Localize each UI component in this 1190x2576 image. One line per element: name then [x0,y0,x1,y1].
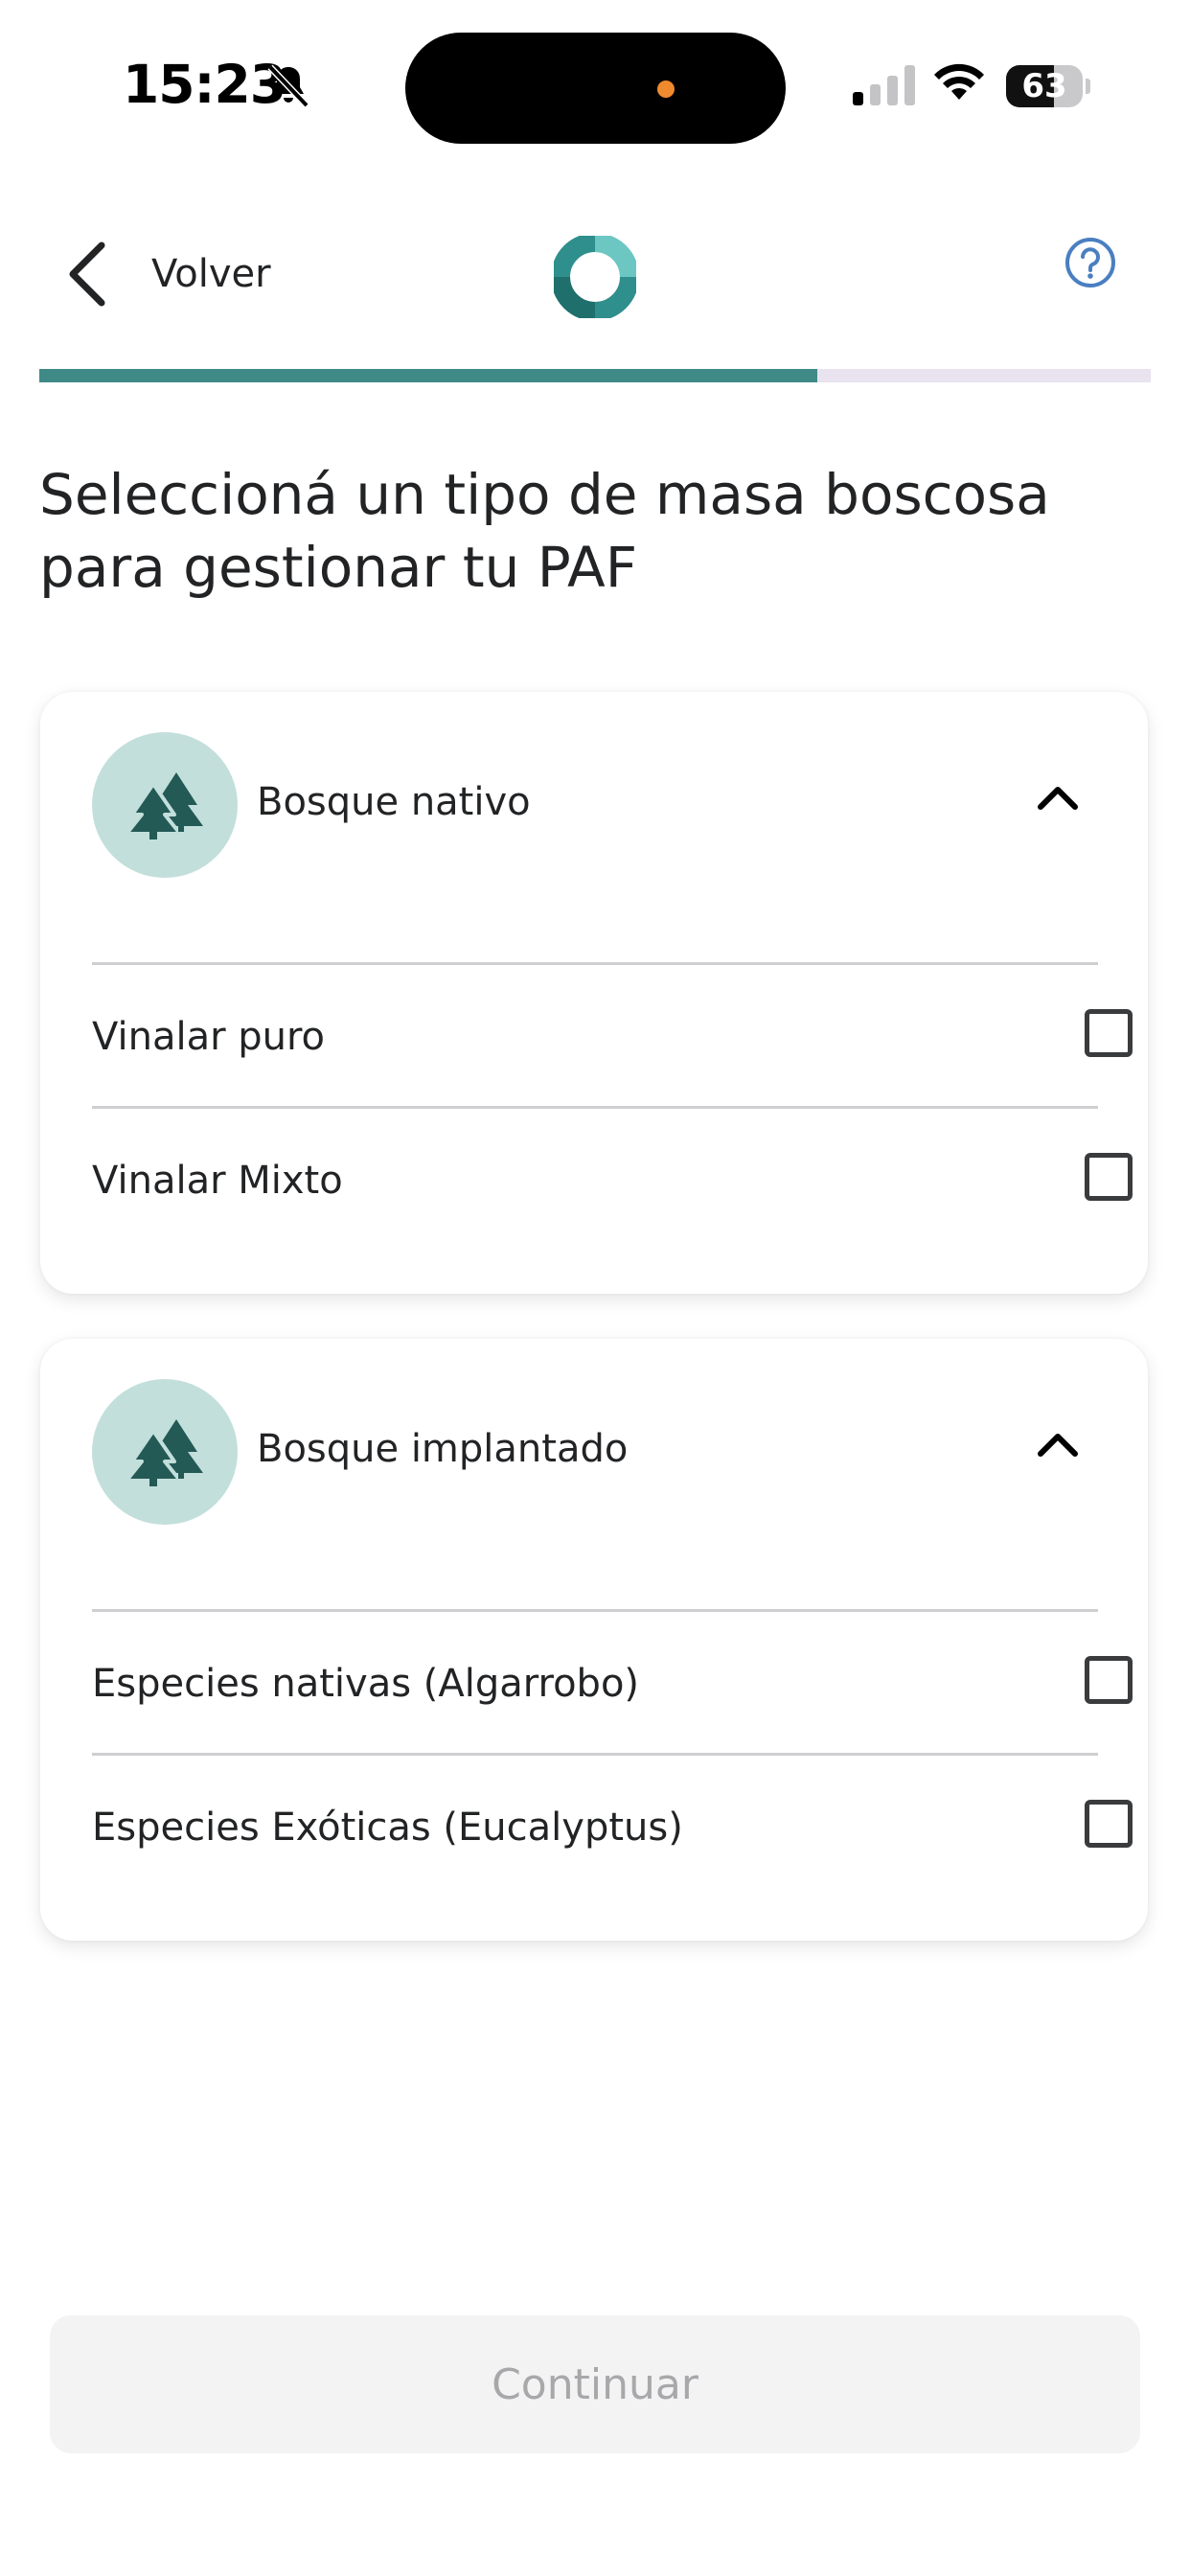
chevron-up-icon[interactable] [1037,784,1079,811]
option-label: Especies Exóticas (Eucalyptus) [92,1806,683,1850]
option-checkbox[interactable] [1085,1800,1133,1848]
battery-icon: 63 [1006,65,1090,107]
option-label: Vinalar puro [92,1015,326,1059]
trees-icon [126,772,203,840]
chevron-left-icon [69,242,105,307]
status-time: 15:23 [123,54,286,115]
chevron-up-icon[interactable] [1037,1431,1079,1458]
card-header-implantado[interactable]: Bosque implantado [40,1339,1148,1561]
option-checkbox[interactable] [1085,1656,1133,1704]
tree-avatar [92,732,238,878]
battery-level-text: 63 [1021,67,1067,105]
app-logo-icon [554,236,636,318]
back-label: Volver [151,252,271,296]
tree-avatar [92,1379,238,1525]
trees-icon [126,1419,203,1486]
privacy-indicator-dot [657,80,675,98]
page-title: Seleccioná un tipo de masa boscosa para … [39,462,1050,600]
option-row[interactable]: Vinalar Mixto [92,1106,1133,1253]
step-progress-bar [39,369,1151,382]
status-bar: 15:23 63 [0,0,1190,172]
top-nav-header: Volver [0,201,1190,345]
option-row[interactable]: Especies Exóticas (Eucalyptus) [92,1753,1133,1899]
option-label: Vinalar Mixto [92,1159,343,1203]
option-row[interactable]: Vinalar puro [92,962,1133,1109]
back-button[interactable]: Volver [63,236,271,312]
option-checkbox[interactable] [1085,1009,1133,1057]
continue-button[interactable]: Continuar [50,2315,1140,2453]
option-row[interactable]: Especies nativas (Algarrobo) [92,1609,1133,1756]
cellular-signal-icon [853,65,915,105]
dynamic-island [405,33,786,144]
option-checkbox[interactable] [1085,1153,1133,1201]
step-progress-fill [39,369,817,382]
forest-type-card-nativo: Bosque nativo Vinalar puro Vinalar Mixto [40,692,1148,1294]
option-label: Especies nativas (Algarrobo) [92,1662,640,1706]
card-title: Bosque nativo [257,780,531,824]
card-header-nativo[interactable]: Bosque nativo [40,692,1148,914]
help-circle-icon[interactable] [1064,236,1117,289]
forest-type-card-implantado: Bosque implantado Especies nativas (Alga… [40,1339,1148,1941]
card-title: Bosque implantado [257,1427,629,1471]
wifi-icon [934,63,984,100]
bell-slash-icon [267,64,309,108]
